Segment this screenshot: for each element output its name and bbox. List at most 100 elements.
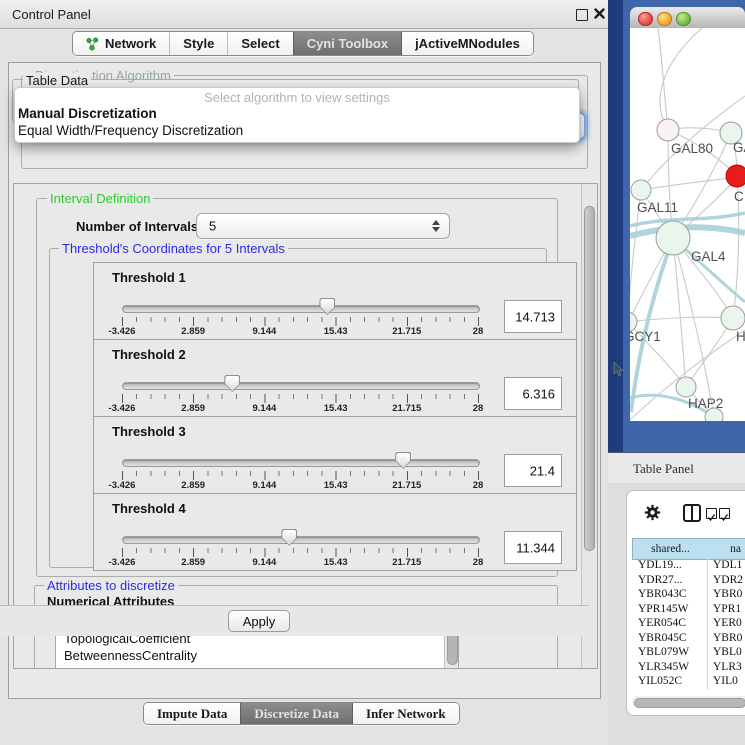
slider-tick-label: 21.715: [392, 480, 421, 491]
cytoscape-desktop: GAL80 GA GAL11 C GAL4 GCY1 H HAP2: [608, 0, 745, 452]
combo-arrows-icon: [432, 220, 440, 232]
close-traffic-light[interactable]: [638, 12, 653, 27]
table-row[interactable]: YDL19...YDL1: [632, 559, 745, 574]
threshold-slider-handle[interactable]: [395, 452, 411, 469]
slider-tick-label: 2.859: [181, 480, 205, 491]
threshold-slider-handle[interactable]: [224, 375, 240, 392]
node-gal80[interactable]: [657, 119, 679, 141]
tab-cyni-toolbox[interactable]: Cyni Toolbox: [293, 32, 401, 55]
threshold-slider-track[interactable]: [122, 382, 480, 390]
threshold-slider-track[interactable]: [122, 459, 480, 467]
tab-select[interactable]: Select: [227, 32, 292, 55]
float-window-icon[interactable]: [576, 9, 588, 21]
tab-network[interactable]: Network: [73, 32, 169, 55]
zoom-traffic-light[interactable]: [676, 12, 691, 27]
node-gal4[interactable]: [656, 221, 690, 255]
checkbox-icon-2[interactable]: [719, 508, 730, 519]
table-card: shared... na YDL19...YDL1YDR27...YDR2YBR…: [626, 490, 745, 716]
slider-tick-label: -3.426: [109, 326, 136, 337]
slider-tick-label: 28: [473, 403, 484, 414]
label-gal11: GAL11: [637, 200, 678, 215]
table-row[interactable]: YDR27...YDR2: [632, 574, 745, 589]
threshold-value-field[interactable]: 14.713: [504, 300, 562, 333]
slider-tick-label: -3.426: [109, 403, 136, 414]
threshold-slider-track[interactable]: [122, 305, 480, 313]
slider-tick-label: 21.715: [392, 403, 421, 414]
node-gal11[interactable]: [631, 180, 651, 200]
close-icon[interactable]: [593, 7, 606, 20]
threshold-slider-handle[interactable]: [319, 298, 335, 315]
column-header-name[interactable]: na: [708, 538, 745, 560]
tab-style[interactable]: Style: [169, 32, 227, 55]
column-header-shared-name[interactable]: shared...: [632, 538, 709, 560]
network-nodes: [630, 119, 745, 421]
table-row[interactable]: YER054CYER0: [632, 617, 745, 632]
table-panel-area: shared... na YDL19...YDL1YDR27...YDR2YBR…: [608, 483, 745, 745]
algorithm-option-equal-width[interactable]: Equal Width/Frequency Discretization: [18, 123, 243, 138]
node-hap2[interactable]: [676, 377, 696, 397]
mouse-cursor: [613, 362, 623, 377]
slider-tick-label: 15.43: [324, 557, 348, 568]
apply-bar: Apply: [0, 605, 589, 636]
table-row[interactable]: YIL052CYIL0: [632, 675, 745, 690]
slider-tick-label: 21.715: [392, 557, 421, 568]
slider-major-ticks: [122, 317, 480, 326]
checkbox-icon-1[interactable]: [706, 508, 717, 519]
algorithm-prompt-item[interactable]: Select algorithm to view settings: [15, 90, 579, 105]
table-hscrollbar-thumb[interactable]: [634, 698, 745, 708]
table-row[interactable]: YBR045CYBR0: [632, 632, 745, 647]
algorithm-option-manual[interactable]: Manual Discretization: [18, 106, 157, 121]
network-canvas[interactable]: GAL80 GA GAL11 C GAL4 GCY1 H HAP2: [630, 28, 745, 421]
minimize-traffic-light[interactable]: [657, 12, 672, 27]
gear-icon[interactable]: [644, 504, 661, 521]
algorithm-dropdown-popup: Select algorithm to view settings Manual…: [14, 87, 580, 143]
table-row[interactable]: YBL079WYBL0: [632, 646, 745, 661]
node-table[interactable]: YDL19...YDL1YDR27...YDR2YBR043CYBR0YPR14…: [632, 559, 745, 690]
table-data-title: Table Data: [23, 73, 91, 88]
attribute-list-item[interactable]: BetweennessCentrality: [56, 647, 458, 664]
settings-scrollpane: Interval Definition Number of Intervals …: [13, 183, 598, 669]
cell-name: YDR2: [713, 574, 743, 586]
node-selected-red[interactable]: [726, 165, 745, 187]
threshold-label: Threshold 3: [112, 424, 186, 439]
slider-tick-label: -3.426: [109, 480, 136, 491]
table-row[interactable]: YLR345WYLR3: [632, 661, 745, 676]
cell-name: YPR1: [713, 603, 741, 615]
tab-infer-network[interactable]: Infer Network: [352, 703, 459, 724]
split-columns-icon[interactable]: [683, 504, 701, 522]
table-row[interactable]: YBR043CYBR0: [632, 588, 745, 603]
interval-definition-group: Interval Definition Number of Intervals …: [36, 198, 558, 577]
settings-scrollbar[interactable]: [581, 184, 597, 668]
threshold-value-field[interactable]: 11.344: [504, 531, 562, 564]
slider-tick-label: 9.144: [253, 557, 277, 568]
threshold-slider-handle[interactable]: [281, 529, 297, 546]
tab-discretize-data[interactable]: Discretize Data: [240, 703, 352, 724]
label-ga: GA: [733, 140, 745, 155]
settings-scrollbar-thumb[interactable]: [584, 206, 595, 551]
number-of-intervals-value: 5: [209, 219, 216, 234]
label-gcy1: GCY1: [630, 329, 661, 344]
cell-shared-name: YDL19...: [638, 559, 682, 571]
label-c: C: [734, 189, 744, 204]
label-gal80: GAL80: [671, 141, 713, 156]
table-row[interactable]: YPR145WYPR1: [632, 603, 745, 618]
cell-name: YER0: [713, 617, 742, 629]
column-divider: [707, 559, 708, 690]
tab-jactivemnodules[interactable]: jActiveMNodules: [401, 32, 533, 55]
table-panel-title: Table Panel: [633, 461, 694, 477]
network-window-titlebar[interactable]: [630, 7, 745, 29]
threshold-slider-track[interactable]: [122, 536, 480, 544]
node-h[interactable]: [721, 306, 745, 330]
threshold-label: Threshold 2: [112, 347, 186, 362]
interval-definition-title: Interval Definition: [47, 191, 153, 206]
desktop-edge: [608, 0, 623, 452]
table-hscrollbar[interactable]: [632, 696, 745, 707]
cell-shared-name: YBL079W: [638, 646, 689, 658]
threshold-value-field[interactable]: 6.316: [504, 377, 562, 410]
slider-tick-label: 2.859: [181, 403, 205, 414]
number-of-intervals-combo[interactable]: 5: [196, 213, 450, 239]
threshold-value-field[interactable]: 21.4: [504, 454, 562, 487]
tab-impute-data[interactable]: Impute Data: [144, 703, 240, 724]
apply-button[interactable]: Apply: [228, 610, 290, 632]
cell-shared-name: YBR045C: [638, 632, 687, 644]
